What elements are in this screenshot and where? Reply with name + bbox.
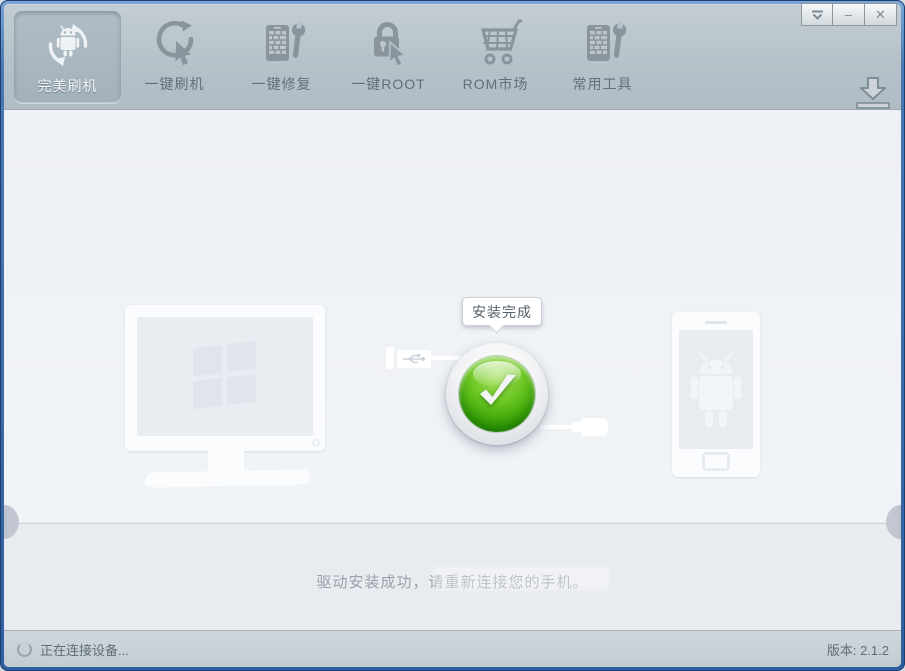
tab-label: 一键修复 [251, 76, 312, 92]
computer-illustration [125, 305, 325, 451]
tab-common-tools[interactable]: 常用工具 [549, 4, 656, 110]
connection-status-text: 正在连接设备... [40, 642, 129, 658]
tab-rom-market[interactable]: ROM市场 [442, 4, 549, 110]
green-circle [459, 356, 535, 432]
tab-strip: 完美刷机 一键刷机 一键修复 一键ROOT ROM市场 常用工具 [14, 4, 656, 110]
refresh-cursor-icon [150, 17, 200, 69]
main-panel: 安装完成 [4, 111, 901, 521]
android-refresh-icon [43, 19, 93, 71]
android-logo-icon [691, 351, 741, 427]
phone-illustration [672, 312, 760, 477]
tooltip-text: 安装完成 [472, 303, 532, 320]
collapse-button[interactable] [801, 3, 833, 26]
minimize-button[interactable]: – [833, 3, 865, 26]
phone-speaker [705, 321, 727, 324]
windows-logo-icon [193, 340, 256, 409]
loading-spinner-icon [17, 641, 32, 657]
close-icon: ✕ [875, 7, 886, 22]
phone-wrench-icon [257, 17, 307, 69]
phone-wrench-icon [578, 17, 628, 69]
app-window: – ✕ 完美刷机 一键刷机 一键修复 一键ROOT ROM市场 常用工具 安装完… [0, 0, 905, 671]
version-label: 版本: 2.1.2 [826, 642, 889, 658]
micro-usb-plug-icon [581, 418, 608, 436]
shopping-cart-icon [469, 17, 523, 69]
install-success-button[interactable] [446, 343, 548, 445]
tab-perfect-flash[interactable]: 完美刷机 [14, 11, 121, 103]
minimize-icon: – [844, 7, 853, 22]
tab-label: 常用工具 [572, 76, 633, 92]
toolbar: 完美刷机 一键刷机 一键修复 一键ROOT ROM市场 常用工具 [4, 4, 901, 110]
close-button[interactable]: ✕ [865, 3, 897, 26]
monitor-base [144, 469, 312, 488]
checkmark-icon [480, 374, 516, 405]
message-panel: 驱动安装成功，请重新连接您的手机。 [4, 524, 901, 630]
status-bar: 正在连接设备... 版本: 2.1.2 [4, 630, 901, 667]
tab-label: 一键刷机 [144, 76, 205, 92]
usb-plug-icon [386, 347, 394, 369]
tab-one-key-root[interactable]: 一键ROOT [335, 4, 442, 110]
download-icon[interactable] [854, 76, 892, 110]
lock-cursor-icon [364, 17, 414, 69]
power-led [312, 439, 320, 447]
watermark-overlay [434, 566, 609, 590]
window-controls: – ✕ [801, 3, 897, 26]
tab-label: 完美刷机 [37, 78, 98, 94]
tab-one-key-repair[interactable]: 一键修复 [228, 4, 335, 110]
computer-screen [137, 317, 313, 436]
usb-cable [540, 425, 576, 429]
collapse-icon [811, 10, 823, 20]
tab-one-key-flash[interactable]: 一键刷机 [121, 4, 228, 110]
install-complete-tooltip: 安装完成 [462, 297, 542, 326]
usb-plug-icon [397, 350, 431, 368]
phone-home-button [702, 452, 730, 471]
tab-label: ROM市场 [462, 76, 529, 92]
tab-label: 一键ROOT [351, 76, 426, 92]
phone-screen [679, 330, 753, 449]
